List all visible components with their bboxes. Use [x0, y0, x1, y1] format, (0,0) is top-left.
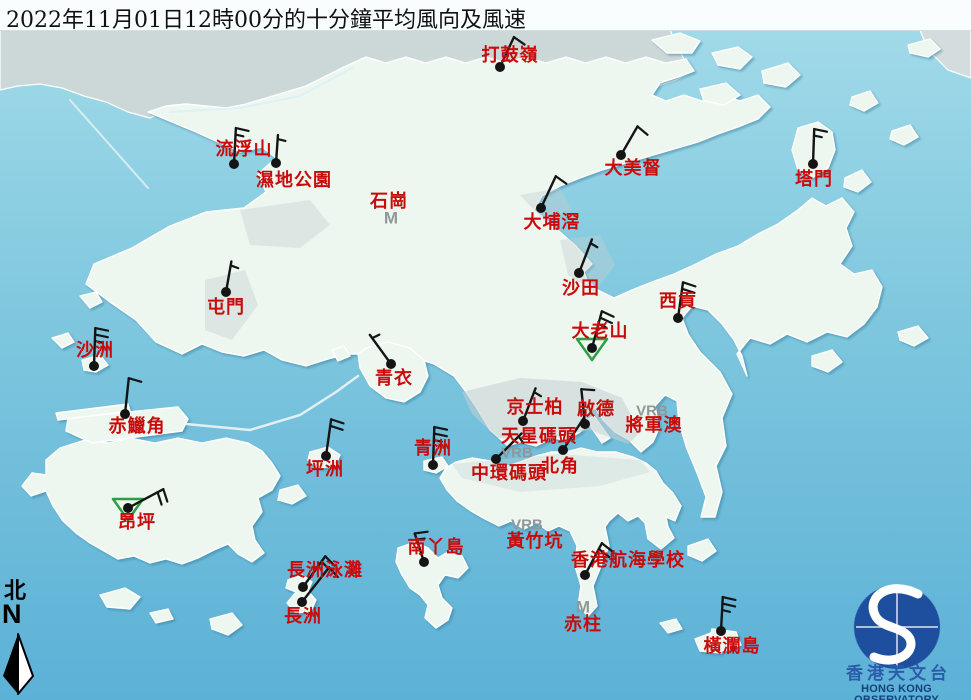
station-label: 大埔滘	[524, 214, 581, 232]
station-label: 坪洲	[306, 461, 344, 479]
station-label: 青洲	[414, 440, 452, 458]
station-label: 長洲泳灘	[287, 562, 363, 580]
missing-data-marker: M	[576, 599, 590, 616]
station-label: 中環碼頭	[471, 465, 547, 483]
station-label: 昂坪	[118, 514, 156, 532]
hko-logo-icon	[854, 585, 940, 669]
logo-chinese-text: 香港天文台	[826, 666, 971, 683]
station-label: 流浮山	[216, 141, 273, 159]
station-label: 沙田	[562, 280, 600, 298]
station-dot	[89, 361, 99, 371]
map-title: 2022年11月01日12時00分的十分鐘平均風向及風速	[6, 2, 526, 34]
station-label: 沙洲	[76, 342, 114, 360]
station-label: 香港航海學校	[571, 552, 685, 570]
logo-english-text: HONG KONG OBSERVATORY	[822, 684, 971, 700]
station-label: 打鼓嶺	[482, 47, 539, 65]
station-dot	[673, 313, 683, 323]
station-dot	[271, 158, 281, 168]
hk-map	[0, 0, 971, 700]
variable-wind-marker: VRB	[511, 518, 543, 533]
station-dot	[419, 557, 429, 567]
station-label: 天星碼頭	[501, 428, 577, 446]
station-dot	[221, 287, 231, 297]
station-label: 西貢	[659, 293, 697, 311]
station-label: 大老山	[572, 323, 629, 341]
station-dot	[574, 268, 584, 278]
station-dot	[428, 460, 438, 470]
variable-wind-marker: VRB	[501, 446, 533, 461]
wind-map-screen: 2022年11月01日12時00分的十分鐘平均風向及風速 打鼓嶺流浮山濕地公園石…	[0, 0, 971, 700]
station-label: 南丫島	[408, 539, 465, 557]
station-label: 濕地公園	[256, 172, 332, 190]
title-bar: 2022年11月01日12時00分的十分鐘平均風向及風速	[0, 0, 971, 31]
station-dot	[580, 570, 590, 580]
station-dot	[298, 582, 308, 592]
station-label: 長洲	[284, 608, 322, 626]
station-label: 將軍澳	[626, 417, 683, 435]
missing-data-marker: M	[384, 210, 398, 227]
station-dot	[229, 159, 239, 169]
variable-wind-marker: VRB	[636, 404, 668, 419]
station-label: 橫瀾島	[704, 638, 761, 656]
station-label: 赤鱲角	[109, 418, 166, 436]
station-label: 青衣	[375, 370, 413, 388]
station-label: 大美督	[605, 160, 662, 178]
station-label: 北角	[541, 458, 579, 476]
station-label: 京士柏	[507, 399, 564, 417]
station-label: 塔門	[795, 171, 833, 189]
station-dot	[587, 343, 597, 353]
station-label: 黃竹坑	[507, 533, 564, 551]
station-dot	[716, 626, 726, 636]
station-label: 啟德	[577, 401, 615, 419]
station-label: 屯門	[207, 299, 245, 317]
station-label: 赤柱	[564, 616, 602, 634]
station-dot	[808, 159, 818, 169]
north-letter-label: N	[2, 601, 22, 628]
